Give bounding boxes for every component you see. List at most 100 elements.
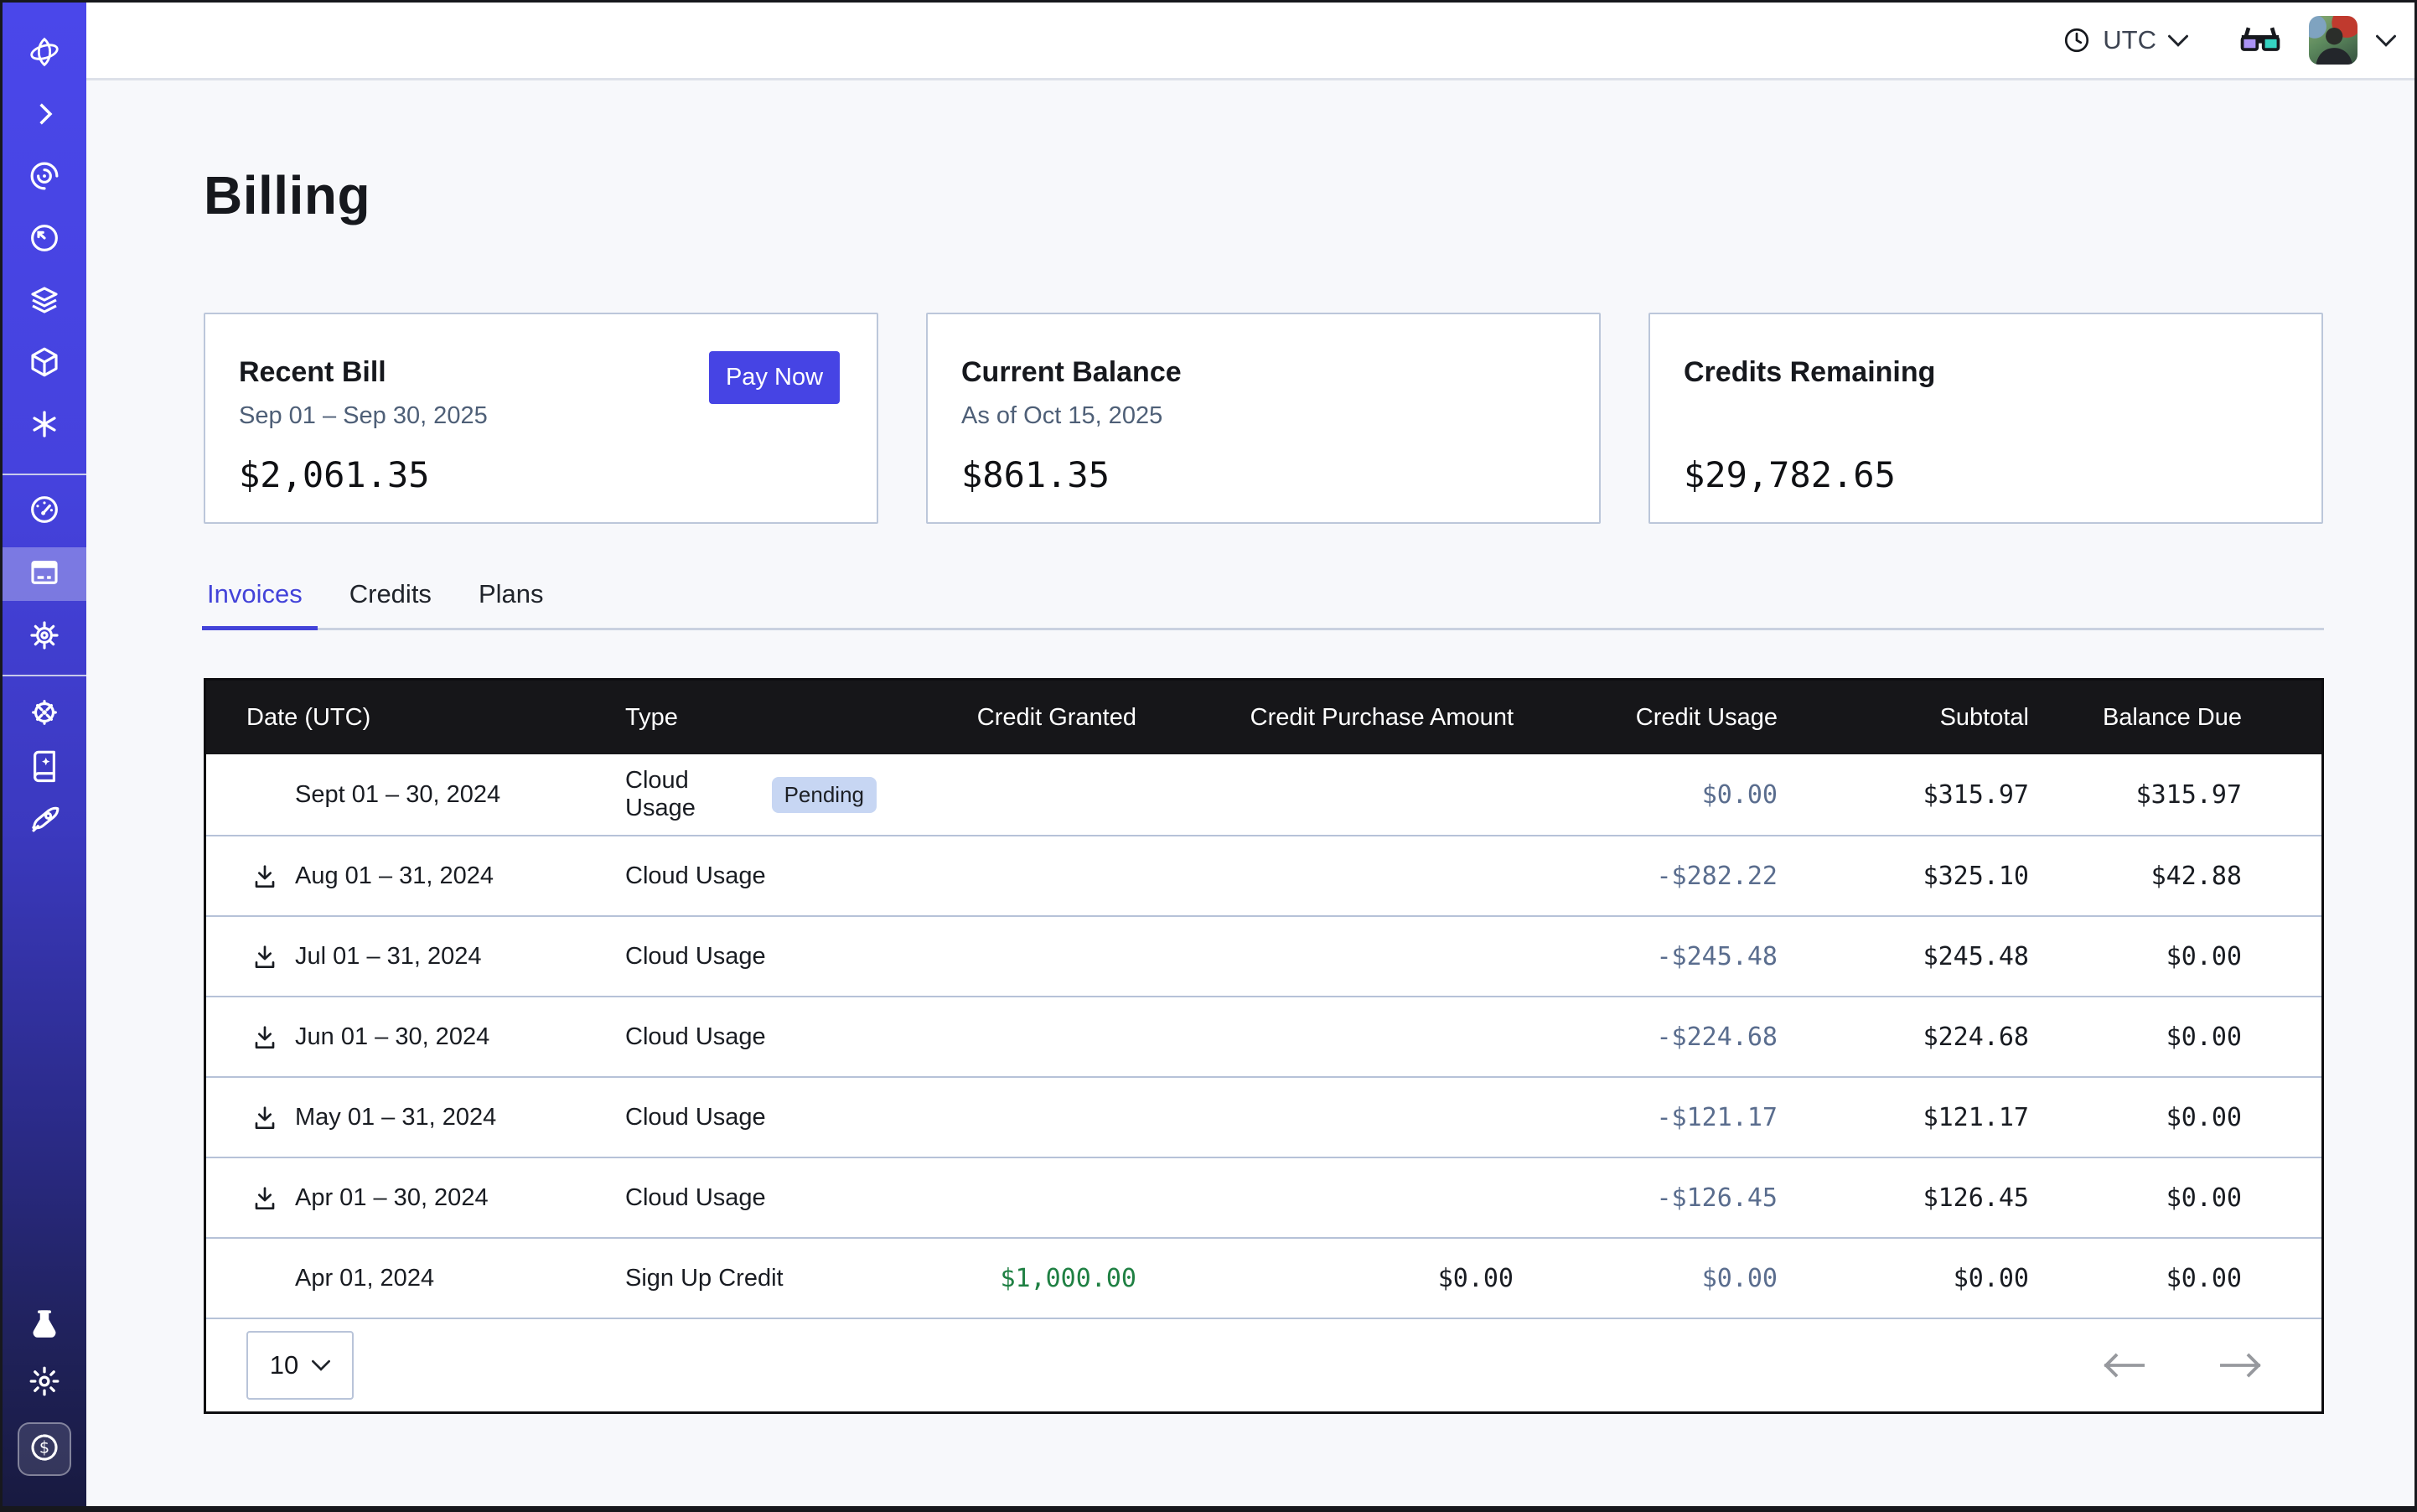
sidebar: $ [3,3,86,1506]
next-page-button[interactable] [2219,1353,2261,1378]
stopwatch-icon [27,220,62,260]
subtotal-value: $224.68 [1778,1023,2029,1052]
timezone-selector[interactable]: UTC [2062,25,2188,55]
download-invoice-icon[interactable] [251,943,278,970]
previous-page-button[interactable] [2104,1353,2145,1378]
card-subtitle: As of Oct 15, 2025 [961,402,1566,432]
invoice-type: Cloud Usage [625,1104,766,1131]
layers-icon [27,282,62,322]
sidebar-item-services[interactable] [3,408,86,443]
credit-usage-value: $0.00 [1514,780,1778,810]
app-window: $ UTC [0,0,2417,1512]
status-badge: Pending [772,777,877,813]
summary-cards: Recent Bill Sep 01 – Sep 30, 2025 $2,061… [204,313,2324,524]
3d-glasses-button[interactable] [2237,21,2284,60]
invoice-date: Aug 01 – 31, 2024 [295,862,494,890]
download-invoice-icon[interactable] [251,1104,278,1131]
table-row[interactable]: Jul 01 – 31, 2024 Cloud Usage -$245.48 $… [206,915,2321,996]
rocket-icon [27,802,62,841]
sidebar-item-timer[interactable] [3,222,86,257]
invoice-date: Apr 01, 2024 [295,1265,434,1292]
sidebar-item-fleet[interactable] [3,696,86,732]
page-title: Billing [204,164,2414,226]
balance-due-value: $0.00 [2029,942,2242,971]
sidebar-item-containers[interactable] [3,346,86,381]
user-avatar[interactable] [2309,16,2357,65]
tab-credits[interactable]: Credits [346,579,435,628]
invoice-date: Sept 01 – 30, 2024 [295,781,500,809]
subtotal-value: $0.00 [1778,1264,2029,1293]
sidebar-item-docs[interactable] [3,750,86,785]
chevron-down-icon [312,1359,330,1371]
invoice-type: Sign Up Credit [625,1265,784,1292]
chevron-right-icon [27,96,62,136]
column-header-date: Date (UTC) [246,704,625,732]
credits-button[interactable]: $ [18,1422,71,1476]
page-size-select[interactable]: 10 [246,1331,354,1400]
subtotal-value: $126.45 [1778,1183,2029,1213]
subtotal-value: $121.17 [1778,1103,2029,1132]
invoices-table: Date (UTC) Type Credit Granted Credit Pu… [204,678,2324,1414]
column-header-type: Type [625,704,877,732]
sidebar-item-billing[interactable] [3,547,86,601]
billing-tabs: Invoices Credits Plans [204,579,2324,630]
table-footer: 10 [206,1318,2321,1411]
sidebar-item-labs[interactable] [3,1308,86,1344]
billing-page: Billing Recent Bill Sep 01 – Sep 30, 202… [86,80,2414,1506]
timezone-label: UTC [2103,25,2156,55]
sidebar-divider [3,675,86,676]
tab-plans[interactable]: Plans [475,579,547,628]
table-row[interactable]: May 01 – 31, 2024 Cloud Usage -$121.17 $… [206,1076,2321,1157]
subtotal-value: $325.10 [1778,862,2029,891]
download-invoice-icon[interactable] [251,862,278,889]
sidebar-item-layers[interactable] [3,284,86,319]
card-subtitle [1684,402,2288,432]
table-row[interactable]: Apr 01 – 30, 2024 Cloud Usage -$126.45 $… [206,1157,2321,1237]
card-subtitle: Sep 01 – Sep 30, 2025 [239,402,843,432]
credits-remaining-card: Credits Remaining $29,782.65 [1648,313,2323,524]
download-invoice-icon[interactable] [251,1023,278,1050]
ship-wheel-icon [27,695,62,734]
invoice-type: Cloud Usage [625,862,766,890]
table-row[interactable]: Apr 01, 2024 Sign Up Credit $1,000.00 $0… [206,1237,2321,1318]
pay-now-button[interactable]: Pay Now [709,351,840,404]
current-balance-card: Current Balance As of Oct 15, 2025 $861.… [926,313,1601,524]
sidebar-item-settings[interactable] [3,619,86,655]
tab-invoices[interactable]: Invoices [204,579,306,628]
table-row[interactable]: Sept 01 – 30, 2024 Cloud Usage Pending $… [206,754,2321,835]
chevron-down-icon [2168,34,2188,47]
subtotal-value: $245.48 [1778,942,2029,971]
download-invoice-icon[interactable] [251,1184,278,1211]
clock-icon [2062,26,2091,54]
subtotal-value: $315.97 [1778,780,2029,810]
table-body: Sept 01 – 30, 2024 Cloud Usage Pending $… [206,754,2321,1318]
topbar: UTC [86,3,2414,80]
avatar-photo [2309,16,2357,65]
balance-due-value: $0.00 [2029,1183,2242,1213]
invoice-type: Cloud Usage [625,943,766,971]
credit-purchase-value: $0.00 [1136,1264,1514,1293]
gauge-dashboard-icon [27,492,62,531]
sidebar-expand-button[interactable] [3,98,86,133]
sidebar-item-dashboard[interactable] [3,494,86,529]
recent-bill-card: Recent Bill Sep 01 – Sep 30, 2025 $2,061… [204,313,878,524]
sidebar-item-launch[interactable] [3,804,86,839]
invoice-type: Cloud Usage [625,1184,766,1212]
credit-granted-value: $1,000.00 [877,1264,1136,1293]
invoice-type: Cloud Usage [625,1023,766,1051]
balance-due-value: $0.00 [2029,1264,2242,1293]
credit-usage-value: $0.00 [1514,1264,1778,1293]
sidebar-item-observe[interactable] [3,160,86,195]
table-row[interactable]: Jun 01 – 30, 2024 Cloud Usage -$224.68 $… [206,996,2321,1076]
column-header-balance-due: Balance Due [2029,704,2242,732]
table-row[interactable]: Aug 01 – 31, 2024 Cloud Usage -$282.22 $… [206,835,2321,915]
app-logo[interactable] [3,36,86,71]
3d-glasses-icon [2237,21,2284,60]
card-title: Credits Remaining [1684,356,2288,389]
column-header-credit-purchase: Credit Purchase Amount [1136,704,1514,732]
sidebar-divider [3,474,86,475]
theme-toggle[interactable] [3,1365,86,1401]
credit-usage-value: -$121.17 [1514,1103,1778,1132]
invoice-date: Jun 01 – 30, 2024 [295,1023,489,1051]
account-menu-chevron-icon[interactable] [2376,34,2396,47]
